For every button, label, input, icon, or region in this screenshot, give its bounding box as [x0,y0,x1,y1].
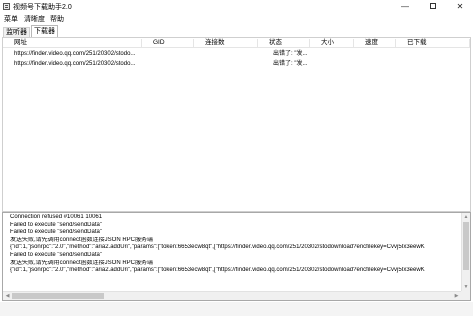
column-header-connections[interactable]: 连接数 [194,39,258,48]
table-row[interactable]: https://finder.video.qq.com/251/20302/st… [3,59,470,69]
close-button[interactable]: ✕ [447,0,473,13]
row-status: 出错了: "发... [273,61,308,67]
log-output[interactable]: Connection refused #10061 10061 Failed t… [2,212,471,301]
scroll-left-icon[interactable]: ◀ [3,292,12,300]
horizontal-scrollbar[interactable]: ◀ ▶ [3,291,461,300]
download-list: 网址 GID 连接数 状态 大小 速度 已下载 https://finder.v… [2,37,471,212]
scroll-down-icon[interactable]: ▼ [462,283,470,291]
status-bar [0,302,473,316]
vertical-scrollbar[interactable]: ▲ ▼ [461,213,470,291]
app-icon [3,3,10,10]
column-header-downloaded[interactable]: 已下载 [396,39,470,48]
window-title: 视频号下载助手2.0 [13,4,72,11]
menu-item-main[interactable]: 菜单 [4,14,18,24]
scrollbar-corner [461,291,470,300]
column-header-speed[interactable]: 速度 [354,39,396,48]
tab-strip: 监听器 下载器 [0,25,473,37]
log-line: Failed to execute "send/sendData" [10,221,102,228]
menu-item-help[interactable]: 帮助 [50,14,64,24]
maximize-button[interactable] [420,0,446,13]
tab-downloader[interactable]: 下载器 [31,25,58,37]
vertical-scroll-thumb[interactable] [463,222,469,270]
horizontal-scroll-thumb[interactable] [12,293,104,299]
column-header-url[interactable]: 网址 [3,39,142,48]
row-url: https://finder.video.qq.com/251/20302/st… [14,51,136,57]
list-header: 网址 GID 连接数 状态 大小 速度 已下载 [3,38,470,48]
log-line: Failed to execute "send/sendData" [10,229,102,236]
log-line: Connection refused #10061 10061 [10,214,103,220]
scroll-up-icon[interactable]: ▲ [462,213,470,221]
log-line: {"id":1,"jsonrpc":"2.0","method":"aria2.… [10,244,425,251]
list-rows: https://finder.video.qq.com/251/20302/st… [3,49,470,69]
menu-bar: 菜单 清晰度 帮助 [0,13,473,24]
log-line: Failed to execute "send/sendData" [10,251,102,258]
log-line: 发送失败,请先调用connect函数连接JSON RPC服务端 [10,236,154,243]
scroll-right-icon[interactable]: ▶ [452,292,461,300]
column-header-size[interactable]: 大小 [310,39,354,48]
minimize-button[interactable]: — [392,0,418,13]
title-bar: 视频号下载助手2.0 — ✕ [0,0,473,13]
table-row[interactable]: https://finder.video.qq.com/251/20302/st… [3,49,470,59]
row-status: 出错了: "发... [273,51,308,57]
log-line: {"id":1,"jsonrpc":"2.0","method":"aria2.… [10,267,425,274]
tab-listener[interactable]: 监听器 [3,27,30,37]
column-header-status[interactable]: 状态 [258,39,310,48]
row-url: https://finder.video.qq.com/251/20302/st… [14,61,136,67]
maximize-icon [430,2,436,9]
menu-item-quality[interactable]: 清晰度 [24,14,45,24]
log-line: 发送失败,请先调用connect函数连接JSON RPC服务端 [10,259,154,266]
log-lines: Connection refused #10061 10061 Failed t… [10,214,458,275]
column-header-gid[interactable]: GID [142,39,194,48]
